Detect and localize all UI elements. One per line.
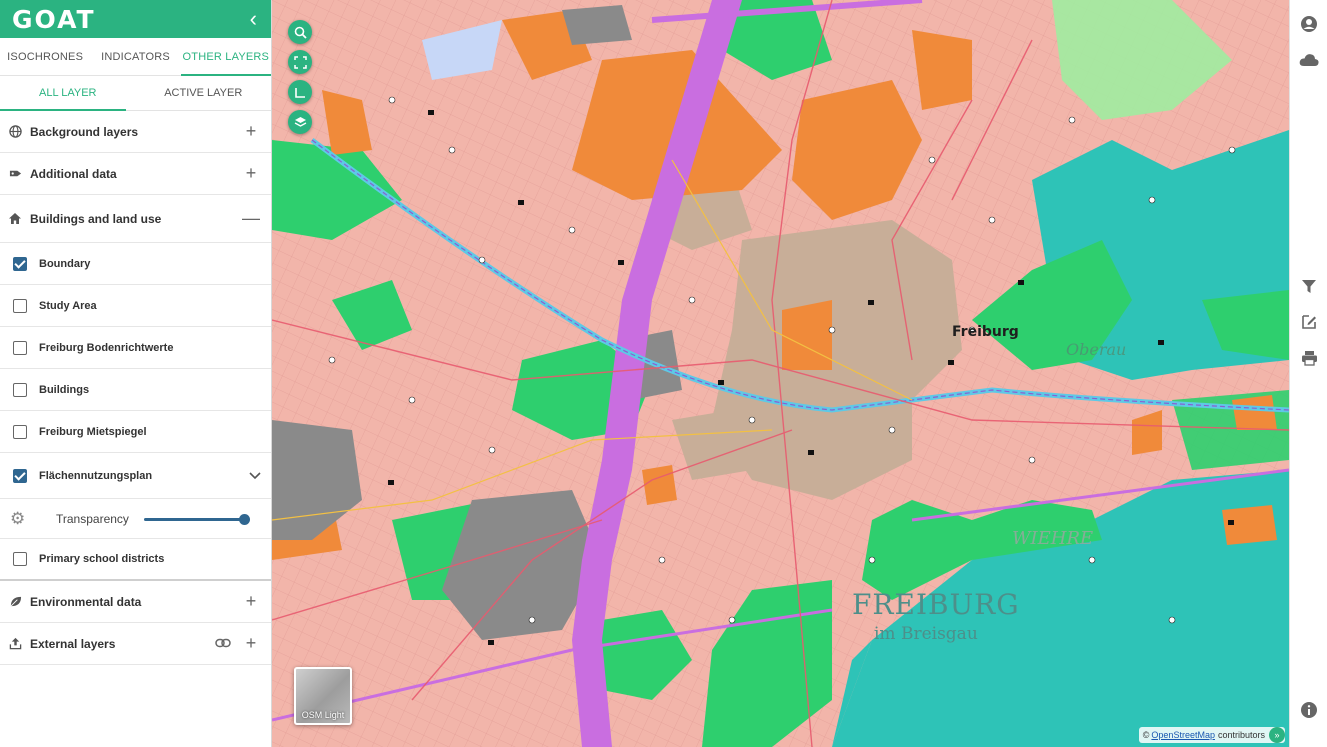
attribution-expand-button[interactable]: »: [1269, 727, 1285, 743]
tab-all-layer[interactable]: ALL LAYER: [0, 76, 136, 111]
group-label: Environmental data: [30, 594, 142, 609]
goat-logo: GOAT: [12, 4, 96, 34]
map-view[interactable]: Freiburg FREIBURG im Breisgau WIEHRE Obe…: [272, 0, 1289, 747]
slider-track: [144, 517, 245, 521]
print-icon[interactable]: [1299, 348, 1319, 368]
slider-thumb[interactable]: [239, 513, 250, 525]
group-environmental-data[interactable]: Environmental data +: [0, 581, 271, 623]
openstreetmap-link[interactable]: OpenStreetMap: [1151, 730, 1215, 740]
layer-freiburg-bodenrichtwerte[interactable]: Freiburg Bodenrichtwerte: [0, 327, 271, 369]
label-freiburg-big: FREIBURG: [852, 588, 1020, 621]
layer-study-area[interactable]: Study Area: [0, 285, 271, 327]
main-tabs: ISOCHRONES INDICATORS OTHER LAYERS: [0, 38, 272, 76]
group-external-layers[interactable]: External layers +: [0, 623, 271, 665]
label-freiburg: Freiburg: [952, 324, 1019, 340]
layer-checkbox[interactable]: [13, 424, 27, 439]
layer-checkbox[interactable]: [13, 340, 27, 355]
layers-toggle-icon[interactable]: [288, 110, 312, 134]
search-icon[interactable]: [288, 20, 312, 44]
leaf-icon: [8, 595, 22, 609]
layer-checkbox[interactable]: [13, 552, 27, 566]
layer-checkbox[interactable]: [13, 468, 27, 483]
transparency-slider[interactable]: [144, 512, 250, 526]
layer-label: Buildings: [39, 383, 90, 396]
transparency-row: ⚙ Transparency: [0, 499, 271, 539]
layer-label: Flächennutzungsplan: [39, 469, 153, 482]
land-use-map: [272, 0, 1289, 747]
link-icon[interactable]: [215, 635, 231, 653]
collapse-sidebar-button[interactable]: ‹: [250, 8, 257, 30]
tab-other-layers[interactable]: OTHER LAYERS: [180, 38, 272, 76]
filter-icon[interactable]: [1299, 276, 1319, 296]
layer-label: Study Area: [39, 299, 97, 312]
basemap-label: OSM Light: [301, 710, 345, 720]
group-background-layers[interactable]: Background layers +: [0, 111, 271, 153]
home-icon: [8, 212, 22, 226]
layer-label: Primary school districts: [39, 553, 165, 565]
group-label: External layers: [30, 636, 116, 651]
collapse-minus-icon[interactable]: —: [241, 208, 261, 229]
right-toolbar: [1289, 0, 1327, 747]
label-im-breisgau: im Breisgau: [874, 624, 978, 644]
tab-isochrones[interactable]: ISOCHRONES: [0, 38, 90, 75]
measure-icon[interactable]: [288, 80, 312, 104]
chevron-down-icon[interactable]: [249, 469, 261, 483]
expand-plus-icon[interactable]: +: [241, 591, 261, 612]
zoom-to-extent-icon[interactable]: [288, 50, 312, 74]
info-icon[interactable]: [1299, 700, 1319, 720]
layer-label: Freiburg Bodenrichtwerte: [39, 341, 174, 354]
brand-bar: GOAT ‹: [0, 0, 271, 38]
user-account-icon[interactable]: [1299, 14, 1319, 34]
layer-freiburg-mietspiegel[interactable]: Freiburg Mietspiegel: [0, 411, 271, 453]
layer-buildings[interactable]: Buildings: [0, 369, 271, 411]
layer-checkbox[interactable]: [13, 382, 27, 397]
gear-icon: ⚙: [10, 508, 26, 528]
expand-plus-icon[interactable]: +: [241, 163, 261, 184]
layer-label: Freiburg Mietspiegel: [39, 425, 147, 438]
group-label: Background layers: [30, 124, 139, 139]
map-controls: [288, 20, 312, 134]
layer-label: Boundary: [39, 257, 91, 270]
group-label: Buildings and land use: [30, 211, 162, 226]
attribution-suffix: contributors: [1217, 730, 1265, 740]
label-wiehre: WIEHRE: [1012, 528, 1094, 549]
expand-plus-icon[interactable]: +: [241, 633, 261, 654]
label-oberau: Oberau: [1066, 340, 1127, 359]
tab-indicators[interactable]: INDICATORS: [90, 38, 180, 75]
expand-plus-icon[interactable]: +: [241, 121, 261, 142]
tag-icon: [8, 167, 22, 181]
layer-primary-school-districts[interactable]: Primary school districts: [0, 539, 271, 581]
group-buildings-land-use[interactable]: Buildings and land use —: [0, 195, 271, 243]
map-attribution: © OpenStreetMap contributors »: [1138, 727, 1285, 743]
globe-icon: [8, 125, 22, 139]
upload-icon: [8, 637, 22, 651]
layer-checkbox[interactable]: [13, 298, 27, 313]
copyright-symbol: ©: [1142, 730, 1150, 740]
basemap-switcher[interactable]: OSM Light: [294, 667, 352, 725]
cloud-icon[interactable]: [1299, 50, 1319, 70]
layer-boundary[interactable]: Boundary: [0, 243, 271, 285]
group-additional-data[interactable]: Additional data +: [0, 153, 271, 195]
layer-subtabs: ALL LAYER ACTIVE LAYER: [0, 76, 271, 111]
layer-flaechennutzungsplan[interactable]: Flächennutzungsplan: [0, 453, 271, 499]
group-label: Additional data: [30, 166, 117, 181]
tab-active-layer[interactable]: ACTIVE LAYER: [136, 76, 272, 110]
layer-sidebar: GOAT ‹ ISOCHRONES INDICATORS OTHER LAYER…: [0, 0, 272, 747]
layer-checkbox[interactable]: [13, 256, 27, 271]
edit-icon[interactable]: [1299, 312, 1319, 332]
transparency-label: Transparency: [56, 511, 129, 526]
